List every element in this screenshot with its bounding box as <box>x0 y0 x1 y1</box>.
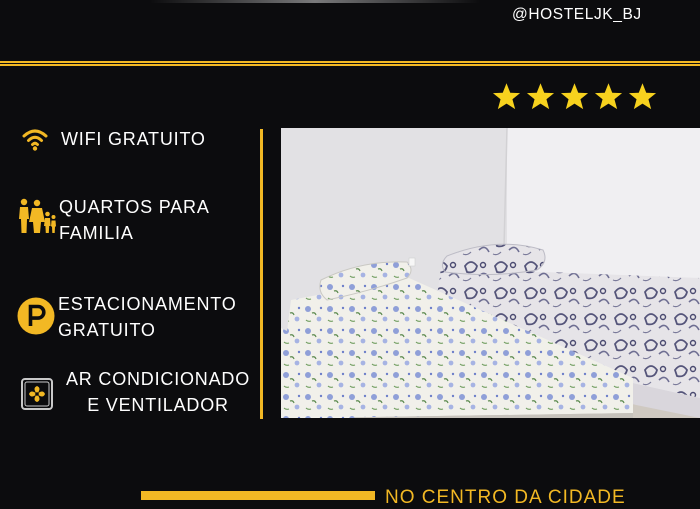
parking-icon <box>17 297 55 335</box>
feature-line: WIFI GRATUITO <box>61 129 206 149</box>
star-icon <box>628 83 657 110</box>
feature-line: GRATUITO <box>58 320 156 340</box>
bottom-accent-band <box>141 491 375 500</box>
wifi-icon <box>22 129 48 151</box>
feature-wifi-label: WIFI GRATUITO <box>61 126 206 152</box>
feature-line: QUARTOS PARA <box>59 197 210 217</box>
star-rating <box>491 82 658 113</box>
social-handle: @HOSTELJK_BJ <box>512 6 642 23</box>
star-icon <box>560 83 589 110</box>
top-decor-strip <box>150 0 480 3</box>
air-conditioner-icon <box>21 378 53 410</box>
feature-family-label: QUARTOS PARA FAMILIA <box>59 194 210 246</box>
feature-line: AR CONDICIONADO <box>66 369 251 389</box>
family-icon <box>19 198 56 233</box>
star-icon <box>594 83 623 110</box>
feature-line: E VENTILADOR <box>87 395 229 415</box>
feature-line: ESTACIONAMENTO <box>58 294 237 314</box>
feature-wifi: WIFI GRATUITO <box>21 126 206 152</box>
footer-tagline: NO CENTRO DA CIDADE <box>385 487 626 508</box>
accent-line-bottom <box>0 64 700 66</box>
accent-line-top <box>0 61 700 63</box>
feature-ac-label: AR CONDICIONADO E VENTILADOR <box>66 366 250 418</box>
feature-parking-label: ESTACIONAMENTO GRATUITO <box>58 291 237 343</box>
feature-line: FAMILIA <box>59 223 134 243</box>
room-photo <box>281 128 700 418</box>
feature-parking: ESTACIONAMENTO GRATUITO <box>17 291 237 343</box>
star-icon <box>492 83 521 110</box>
feature-air-conditioning: AR CONDICIONADO E VENTILADOR <box>20 366 250 418</box>
star-icon <box>526 83 555 110</box>
feature-family-rooms: QUARTOS PARA FAMILIA <box>17 194 210 246</box>
vertical-divider <box>260 129 263 419</box>
